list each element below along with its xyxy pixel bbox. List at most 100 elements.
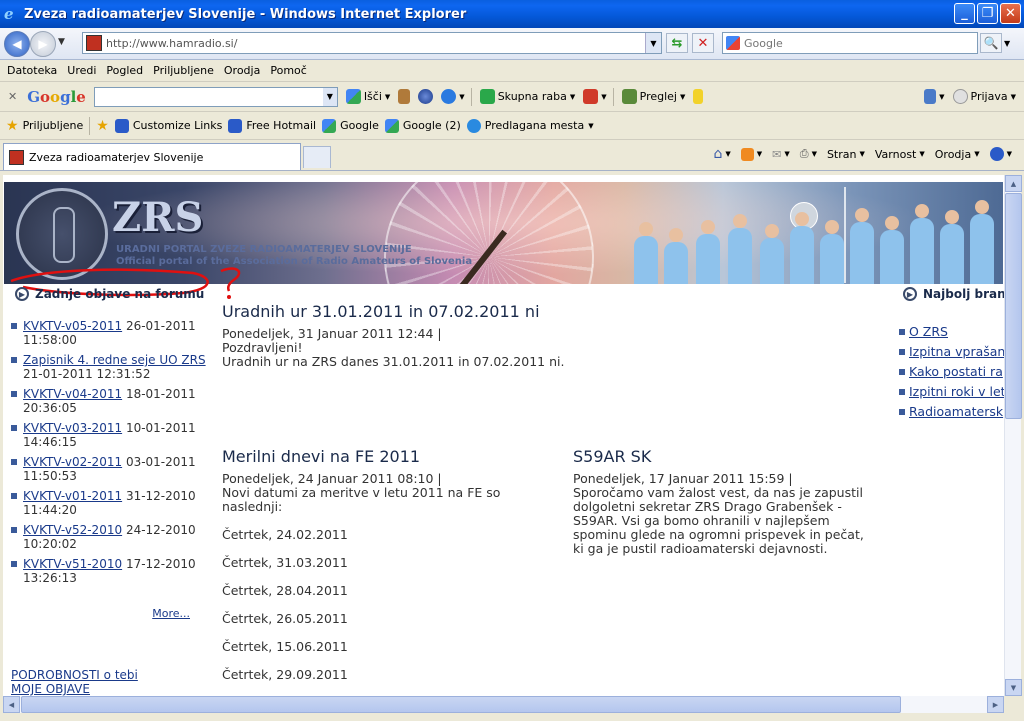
google-toolbar-search-input[interactable]: ▼ xyxy=(93,86,338,107)
maximize-button[interactable]: ❐ xyxy=(977,3,998,24)
site-favicon-icon xyxy=(86,35,102,51)
favorite-link[interactable]: Google (2) xyxy=(384,118,461,133)
window-title: Zveza radioamaterjev Slovenije - Windows… xyxy=(24,6,467,22)
forum-post-link[interactable]: Zapisnik 4. redne seje UO ZRS xyxy=(23,353,206,367)
menu-favorites[interactable]: Priljubljene xyxy=(148,64,219,77)
back-button[interactable]: ◀ xyxy=(4,31,30,57)
favorite-link[interactable]: Free Hotmail xyxy=(228,118,316,133)
forum-post-link[interactable]: KVKTV-v04-2011 xyxy=(23,387,122,401)
chevron-down-icon[interactable]: ▼ xyxy=(322,87,337,106)
menu-file[interactable]: Datoteka xyxy=(2,64,62,77)
tab-active[interactable]: Zveza radioamaterjev Slovenije xyxy=(3,143,301,170)
history-dropdown-icon[interactable]: ▼ xyxy=(58,37,65,47)
toolbar-separator xyxy=(470,87,472,106)
horizontal-scroll-thumb[interactable] xyxy=(21,696,901,713)
window-controls: _ ❐ ✕ xyxy=(954,3,1021,24)
stop-button[interactable]: ✕ xyxy=(692,33,714,53)
horizontal-scrollbar[interactable]: ◀ ▶ xyxy=(3,696,1004,713)
forum-post-link[interactable]: KVKTV-v05-2011 xyxy=(23,319,122,333)
settings-button[interactable]: ▼ xyxy=(924,89,945,104)
refresh-button[interactable]: ⇆ xyxy=(666,33,688,53)
menu-edit[interactable]: Uredi xyxy=(62,64,101,77)
url-field[interactable]: http://www.hamradio.si/ ▼ xyxy=(82,32,662,54)
forum-post-link[interactable]: KVKTV-v01-2011 xyxy=(23,489,122,503)
search-input[interactable] xyxy=(744,36,964,50)
scroll-up-icon[interactable]: ▲ xyxy=(1005,175,1022,192)
article-text: Pozdravljeni! xyxy=(222,340,303,355)
title-bar: e Zveza radioamaterjev Slovenije - Windo… xyxy=(0,0,1024,28)
article-title[interactable]: S59AR SK xyxy=(573,449,873,465)
profile-details-link[interactable]: PODROBNOSTI o tebi xyxy=(3,668,208,682)
home-button[interactable]: ⌂ ▼ xyxy=(713,146,730,162)
favorite-link[interactable]: Google xyxy=(322,118,379,133)
vertical-scroll-thumb[interactable] xyxy=(1005,193,1022,419)
most-read-link[interactable]: Kako postati ra xyxy=(909,364,1003,379)
highlight-button[interactable] xyxy=(693,89,704,104)
safety-menu[interactable]: Varnost ▼ xyxy=(875,148,925,161)
scroll-down-icon[interactable]: ▼ xyxy=(1005,679,1022,696)
search-button[interactable]: 🔍 xyxy=(980,33,1002,53)
article-text: Sporočamo vam žalost vest, da nas je zap… xyxy=(573,485,864,556)
suggested-sites-button[interactable]: Predlagana mesta ▼ xyxy=(466,118,594,133)
toolbar-button-plus[interactable]: ▼ xyxy=(441,89,465,104)
help-button[interactable]: ▼ xyxy=(989,147,1012,161)
rss-icon xyxy=(740,147,754,161)
scroll-left-icon[interactable]: ◀ xyxy=(3,696,20,713)
favorites-center-button[interactable]: ★ Priljubljene xyxy=(6,118,83,134)
search-field[interactable] xyxy=(722,32,978,54)
arrow-circle-icon: ▶ xyxy=(15,287,29,301)
globe-icon xyxy=(418,89,434,104)
share-button[interactable]: Skupna raba ▼ xyxy=(479,89,575,104)
toolbar-button-options[interactable] xyxy=(398,89,411,104)
new-tab-button[interactable] xyxy=(303,146,331,168)
article-title[interactable]: Merilni dnevi na FE 2011 xyxy=(222,449,522,465)
measurement-date: Četrtek, 28.04.2011 xyxy=(222,583,348,598)
toolbar-button-globe[interactable] xyxy=(418,89,434,104)
most-read-link[interactable]: O ZRS xyxy=(909,324,948,339)
menu-view[interactable]: Pogled xyxy=(101,64,148,77)
add-to-favorites-bar-button[interactable]: ★ xyxy=(96,118,109,134)
article-s59ar: S59AR SK Ponedeljek, 17 Januar 2011 15:5… xyxy=(573,449,873,556)
menu-tools[interactable]: Orodja xyxy=(219,64,265,77)
page-menu[interactable]: Stran ▼ xyxy=(827,148,865,161)
my-posts-link[interactable]: MOJE OBJAVE xyxy=(3,682,208,696)
google-search-button[interactable]: Išči ▼ xyxy=(345,89,390,104)
menu-help[interactable]: Pomoč xyxy=(265,64,311,77)
favorite-link[interactable]: Customize Links xyxy=(114,118,222,133)
command-bar: ⌂ ▼ ▼ ✉ ▼ ⎙ ▼ Stran ▼ Varnost ▼ Orodja ▼ ▼ xyxy=(713,146,1012,162)
most-read-link[interactable]: Izpitni roki v let xyxy=(909,384,1004,399)
tools-menu[interactable]: Orodja ▼ xyxy=(935,148,980,161)
url-text[interactable]: http://www.hamradio.si/ xyxy=(106,37,237,50)
more-posts-link[interactable]: More... xyxy=(3,607,208,620)
google-g-icon xyxy=(322,118,337,133)
star-plus-icon: ★ xyxy=(96,117,109,134)
ie-icon xyxy=(466,118,481,133)
most-read-link[interactable]: Radioamatersk xyxy=(909,404,1003,419)
spellcheck-button[interactable]: Preglej ▼ xyxy=(621,89,685,104)
forum-post-link[interactable]: KVKTV-v02-2011 xyxy=(23,455,122,469)
popup-blocker-icon xyxy=(583,89,599,104)
mail-button[interactable]: ✉ ▼ xyxy=(772,148,790,161)
most-read-heading: ▶ Najbolj bran xyxy=(899,287,1004,301)
close-toolbar-icon[interactable]: ✕ xyxy=(8,90,17,103)
minimize-button[interactable]: _ xyxy=(954,3,975,24)
feeds-button[interactable]: ▼ xyxy=(740,147,762,161)
most-read-link[interactable]: Izpitna vprašan xyxy=(909,344,1004,359)
wrench-icon xyxy=(924,89,937,104)
list-item: KVKTV-v51-2010 17-12-2010 13:26:13 xyxy=(3,557,208,585)
forum-post-link[interactable]: KVKTV-v52-2010 xyxy=(23,523,122,537)
signin-button[interactable]: Prijava ▼ xyxy=(952,89,1016,104)
search-options-dropdown-icon[interactable]: ▼ xyxy=(1004,39,1010,48)
vertical-scrollbar[interactable]: ▲ ▼ xyxy=(1004,175,1022,696)
article-title[interactable]: Uradnih ur 31.01.2011 in 07.02.2011 ni xyxy=(222,304,872,320)
popup-blocker-button[interactable]: ▼ xyxy=(583,89,607,104)
print-button[interactable]: ⎙ ▼ xyxy=(800,147,817,161)
forum-post-link[interactable]: KVKTV-v03-2011 xyxy=(23,421,122,435)
measurement-date: Četrtek, 15.06.2011 xyxy=(222,639,348,654)
forward-button[interactable]: ▶ xyxy=(30,31,56,57)
menu-bar: Datoteka Uredi Pogled Priljubljene Orodj… xyxy=(0,60,1024,82)
scroll-right-icon[interactable]: ▶ xyxy=(987,696,1004,713)
url-dropdown-icon[interactable]: ▼ xyxy=(645,33,661,53)
close-button[interactable]: ✕ xyxy=(1000,3,1021,24)
forum-post-link[interactable]: KVKTV-v51-2010 xyxy=(23,557,122,571)
